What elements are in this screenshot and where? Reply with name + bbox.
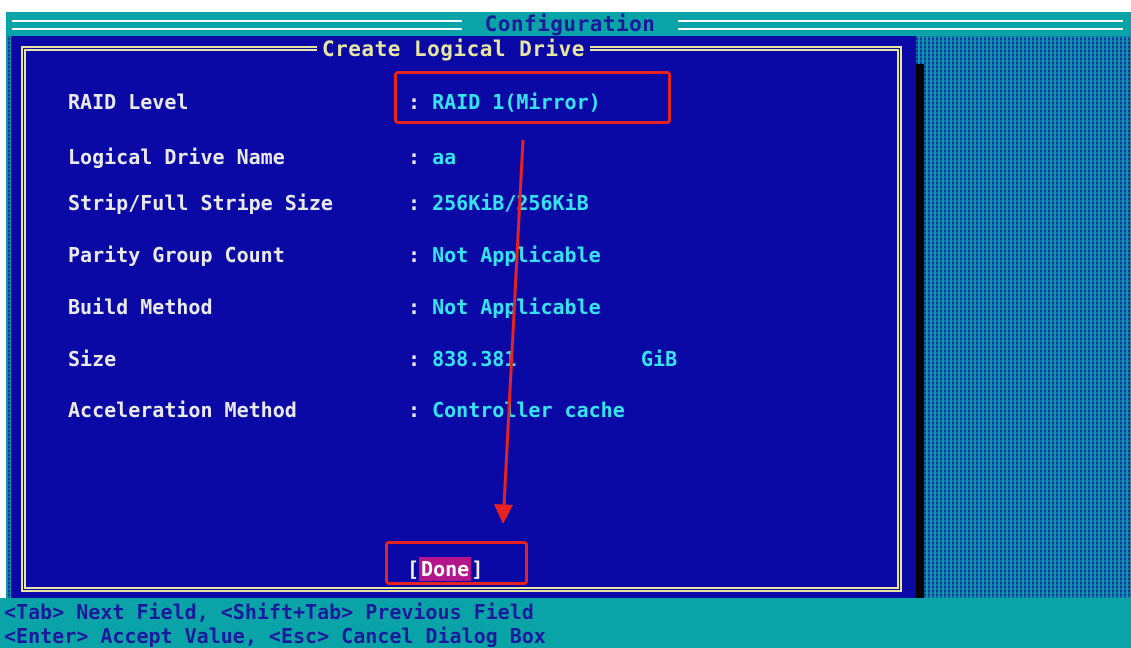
help-line-1: <Tab> Next Field, <Shift+Tab> Previous F… bbox=[4, 600, 534, 624]
help-line-2: <Enter> Accept Value, <Esc> Cancel Dialo… bbox=[4, 624, 546, 648]
help-bar: <Tab> Next Field, <Shift+Tab> Previous F… bbox=[0, 598, 1131, 648]
annotation-arrow bbox=[494, 139, 525, 524]
